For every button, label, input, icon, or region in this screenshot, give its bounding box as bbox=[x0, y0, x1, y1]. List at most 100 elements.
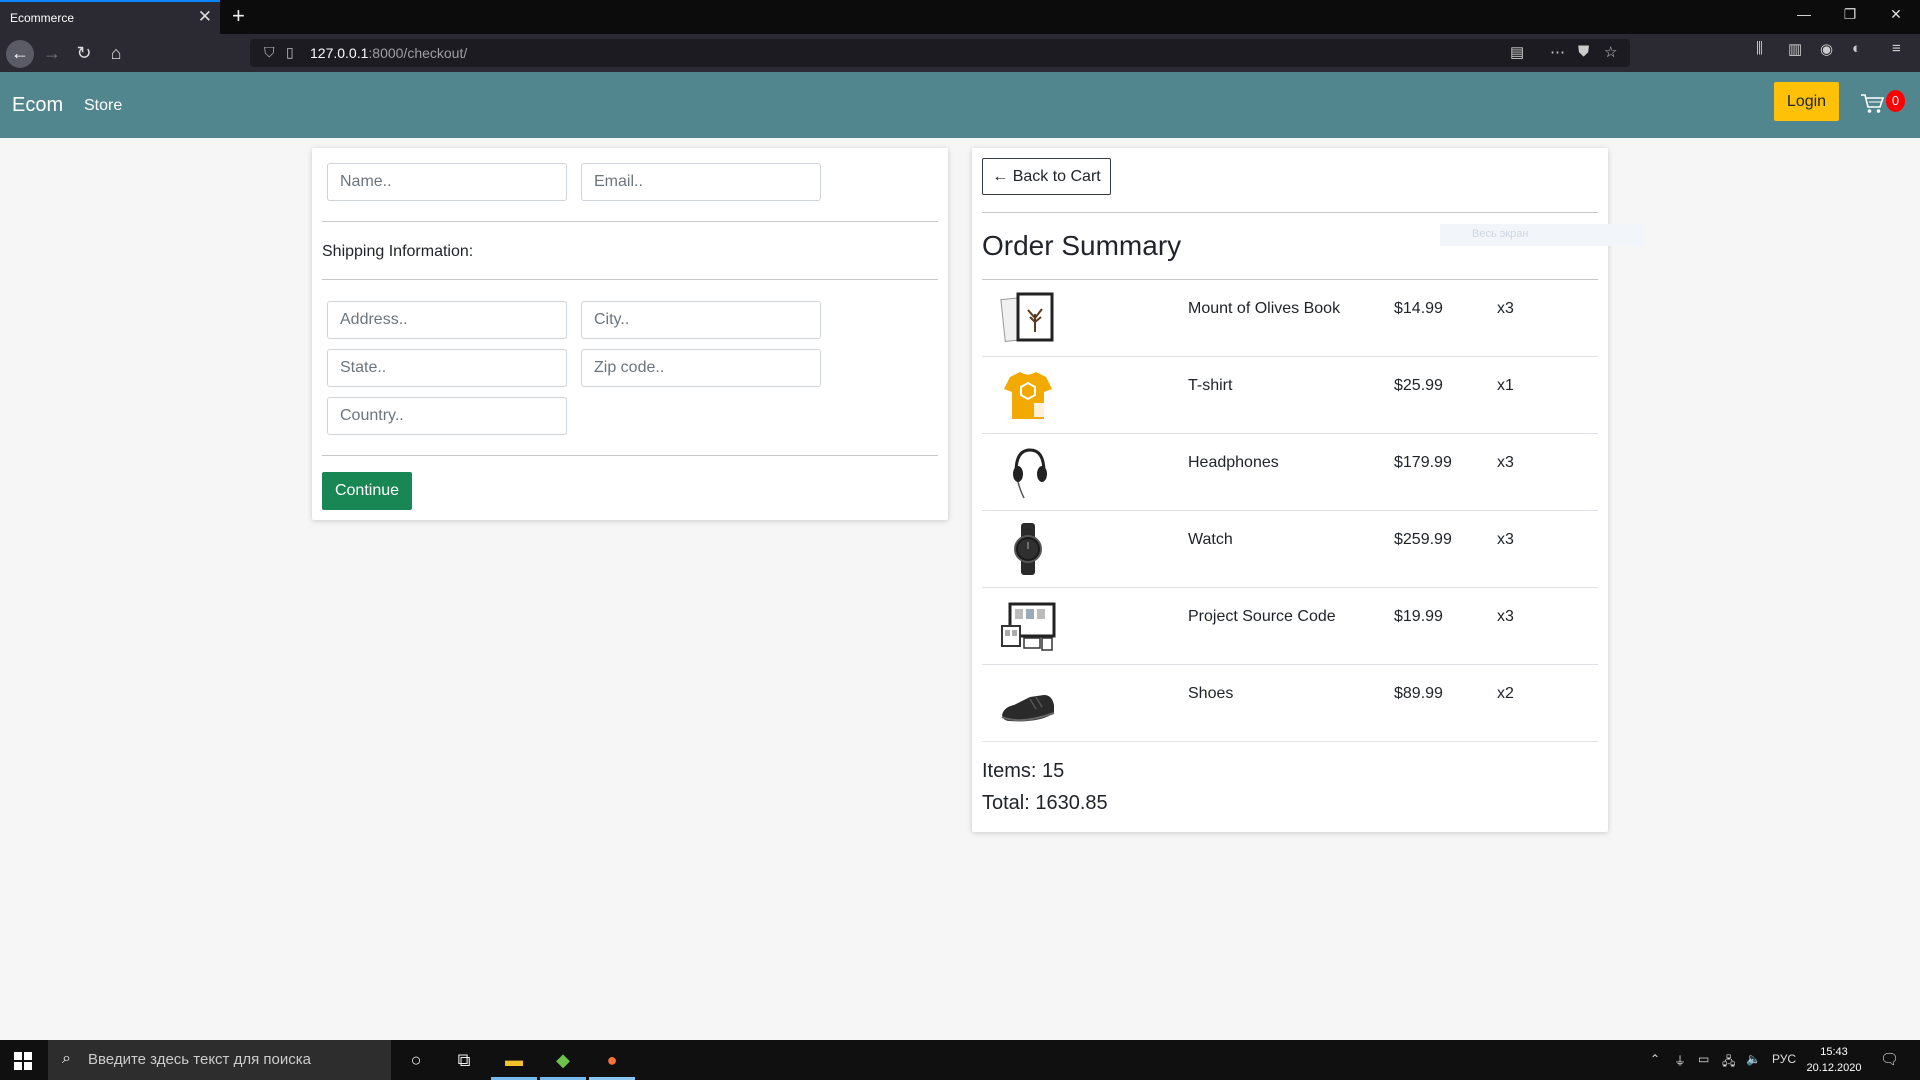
home-icon[interactable]: ⌂ bbox=[102, 40, 130, 68]
page-icon: ▯ bbox=[286, 44, 294, 60]
item-name: Project Source Code bbox=[1188, 608, 1336, 625]
store-link[interactable]: Store bbox=[84, 97, 122, 115]
taskbar-search[interactable]: ⌕ Введите здесь текст для поиска bbox=[48, 1040, 391, 1080]
menu-icon[interactable]: ≡ bbox=[1892, 40, 1901, 57]
fullscreen-hint: Весь экран bbox=[1440, 224, 1644, 246]
firefox-icon[interactable]: ● bbox=[600, 1048, 624, 1072]
item-price: $259.99 bbox=[1394, 531, 1452, 548]
browser-tab-bar: Ecommerce ✕ + — ❐ ✕ bbox=[0, 0, 1920, 34]
book-icon bbox=[1000, 292, 1054, 343]
brand-link[interactable]: Ecom bbox=[12, 94, 63, 117]
git-app-icon[interactable]: ◆ bbox=[551, 1048, 575, 1072]
item-name: T-shirt bbox=[1188, 377, 1233, 394]
minimize-icon[interactable]: — bbox=[1794, 6, 1814, 22]
bookmark-star-icon[interactable]: ☆ bbox=[1604, 43, 1617, 61]
back-arrow-icon[interactable]: ← bbox=[6, 40, 34, 68]
library-icon[interactable]: ⫼ bbox=[1756, 40, 1763, 57]
divider bbox=[322, 221, 938, 222]
monitor-icon bbox=[1001, 602, 1056, 651]
zip-field[interactable] bbox=[581, 349, 821, 387]
site-navbar: Ecom Store Login 0 bbox=[0, 72, 1920, 138]
item-price: $179.99 bbox=[1394, 454, 1452, 471]
checkout-form-panel: Shipping Information: Continue bbox=[312, 148, 948, 520]
address-bar[interactable]: ⛉ ▯ 127.0.0.1:8000/checkout/ ▤ ⋯ ⛊ ☆ bbox=[250, 39, 1630, 67]
name-field[interactable] bbox=[327, 163, 567, 201]
order-item-row: Watch $259.99 x3 bbox=[982, 511, 1598, 588]
country-field[interactable] bbox=[327, 397, 567, 435]
language-indicator[interactable]: РУС bbox=[1772, 1052, 1796, 1066]
item-name: Headphones bbox=[1188, 454, 1279, 471]
task-view-icon[interactable]: ⧉ bbox=[452, 1048, 476, 1072]
url-host: 127.0.0.1 bbox=[310, 45, 369, 61]
clock-time: 15:43 bbox=[1820, 1046, 1848, 1058]
item-name: Shoes bbox=[1188, 685, 1234, 702]
extension-icon[interactable]: ◐ bbox=[1852, 40, 1861, 57]
order-total: Total: 1630.85 bbox=[982, 792, 1108, 814]
search-icon: ⌕ bbox=[62, 1050, 71, 1067]
order-item-row: T-shirt $25.99 x1 bbox=[982, 357, 1598, 434]
watch-icon bbox=[1014, 523, 1042, 575]
reload-icon[interactable]: ↻ bbox=[70, 40, 98, 68]
more-actions-icon[interactable]: ⋯ bbox=[1550, 43, 1565, 61]
cart-icon[interactable] bbox=[1860, 92, 1884, 114]
taskbar: ⌕ Введите здесь текст для поиска ○ ⧉ ▬ ◆… bbox=[0, 1040, 1920, 1080]
items-count: Items: 15 bbox=[982, 760, 1065, 782]
item-price: $19.99 bbox=[1394, 608, 1443, 625]
order-item-row: Project Source Code $19.99 x3 bbox=[982, 588, 1598, 665]
city-field[interactable] bbox=[581, 301, 821, 339]
shoe-icon bbox=[1001, 695, 1055, 722]
divider bbox=[322, 279, 938, 280]
close-tab-icon[interactable]: ✕ bbox=[198, 7, 212, 27]
tray-chevron-icon[interactable]: ⌃ bbox=[1650, 1052, 1660, 1066]
pocket-icon[interactable]: ⛊ bbox=[1578, 43, 1589, 60]
order-item-row: Shoes $89.99 x2 bbox=[982, 665, 1598, 742]
network-icon[interactable]: 🖧 bbox=[1722, 1052, 1735, 1073]
new-tab-icon[interactable]: + bbox=[232, 3, 245, 29]
cart-count-badge: 0 bbox=[1886, 90, 1905, 112]
continue-button[interactable]: Continue bbox=[322, 472, 412, 510]
divider bbox=[322, 455, 938, 456]
state-field[interactable] bbox=[327, 349, 567, 387]
sidebar-icon[interactable]: ▥ bbox=[1788, 40, 1802, 58]
restore-icon[interactable]: ❐ bbox=[1840, 6, 1860, 23]
cortana-icon[interactable]: ○ bbox=[404, 1048, 428, 1072]
item-quantity: x1 bbox=[1497, 377, 1514, 394]
browser-nav-bar: ← → ↻ ⌂ ⛉ ▯ 127.0.0.1:8000/checkout/ ▤ ⋯… bbox=[0, 34, 1920, 72]
order-item-row: Mount of Olives Book $14.99 x3 bbox=[982, 280, 1598, 357]
url-text: 127.0.0.1:8000/checkout/ bbox=[310, 45, 467, 61]
usb-icon[interactable]: ⏚ bbox=[1674, 1052, 1686, 1069]
file-explorer-icon[interactable]: ▬ bbox=[502, 1048, 526, 1072]
account-icon[interactable]: ◉ bbox=[1820, 40, 1833, 58]
back-to-cart-button[interactable]: ← Back to Cart bbox=[982, 158, 1111, 195]
clock-date: 20.12.2020 bbox=[1806, 1062, 1862, 1074]
forward-arrow-icon[interactable]: → bbox=[38, 40, 66, 68]
notifications-icon[interactable]: 🗨 bbox=[1880, 1050, 1899, 1068]
windows-start-icon[interactable] bbox=[14, 1052, 32, 1070]
battery-icon[interactable]: ▭ bbox=[1698, 1052, 1709, 1066]
address-field[interactable] bbox=[327, 301, 567, 339]
item-price: $14.99 bbox=[1394, 300, 1443, 317]
item-quantity: x2 bbox=[1497, 685, 1514, 702]
shield-icon: ⛉ bbox=[264, 44, 275, 60]
search-placeholder: Введите здесь текст для поиска bbox=[88, 1051, 311, 1068]
url-path: :8000/checkout/ bbox=[368, 45, 468, 61]
clock[interactable]: 15:43 20.12.2020 bbox=[1806, 1044, 1862, 1076]
headphones-icon bbox=[1013, 448, 1047, 499]
browser-tab[interactable]: Ecommerce ✕ bbox=[0, 0, 220, 34]
item-name: Watch bbox=[1188, 531, 1233, 548]
login-button[interactable]: Login bbox=[1774, 82, 1839, 121]
item-quantity: x3 bbox=[1497, 608, 1514, 625]
shipping-title: Shipping Information: bbox=[322, 243, 474, 260]
email-field[interactable] bbox=[581, 163, 821, 201]
item-quantity: x3 bbox=[1497, 454, 1514, 471]
close-window-icon[interactable]: ✕ bbox=[1886, 6, 1906, 23]
order-summary-title: Order Summary bbox=[982, 230, 1182, 261]
reader-view-icon[interactable]: ▤ bbox=[1510, 43, 1524, 61]
order-item-row: Headphones $179.99 x3 bbox=[982, 434, 1598, 511]
item-name: Mount of Olives Book bbox=[1188, 300, 1341, 317]
volume-icon[interactable]: 🔈 bbox=[1746, 1052, 1761, 1066]
item-price: $25.99 bbox=[1394, 377, 1443, 394]
divider bbox=[982, 212, 1598, 213]
order-summary-panel: ← Back to Cart Весь экран Order Summary … bbox=[972, 148, 1644, 832]
item-price: $89.99 bbox=[1394, 685, 1443, 702]
